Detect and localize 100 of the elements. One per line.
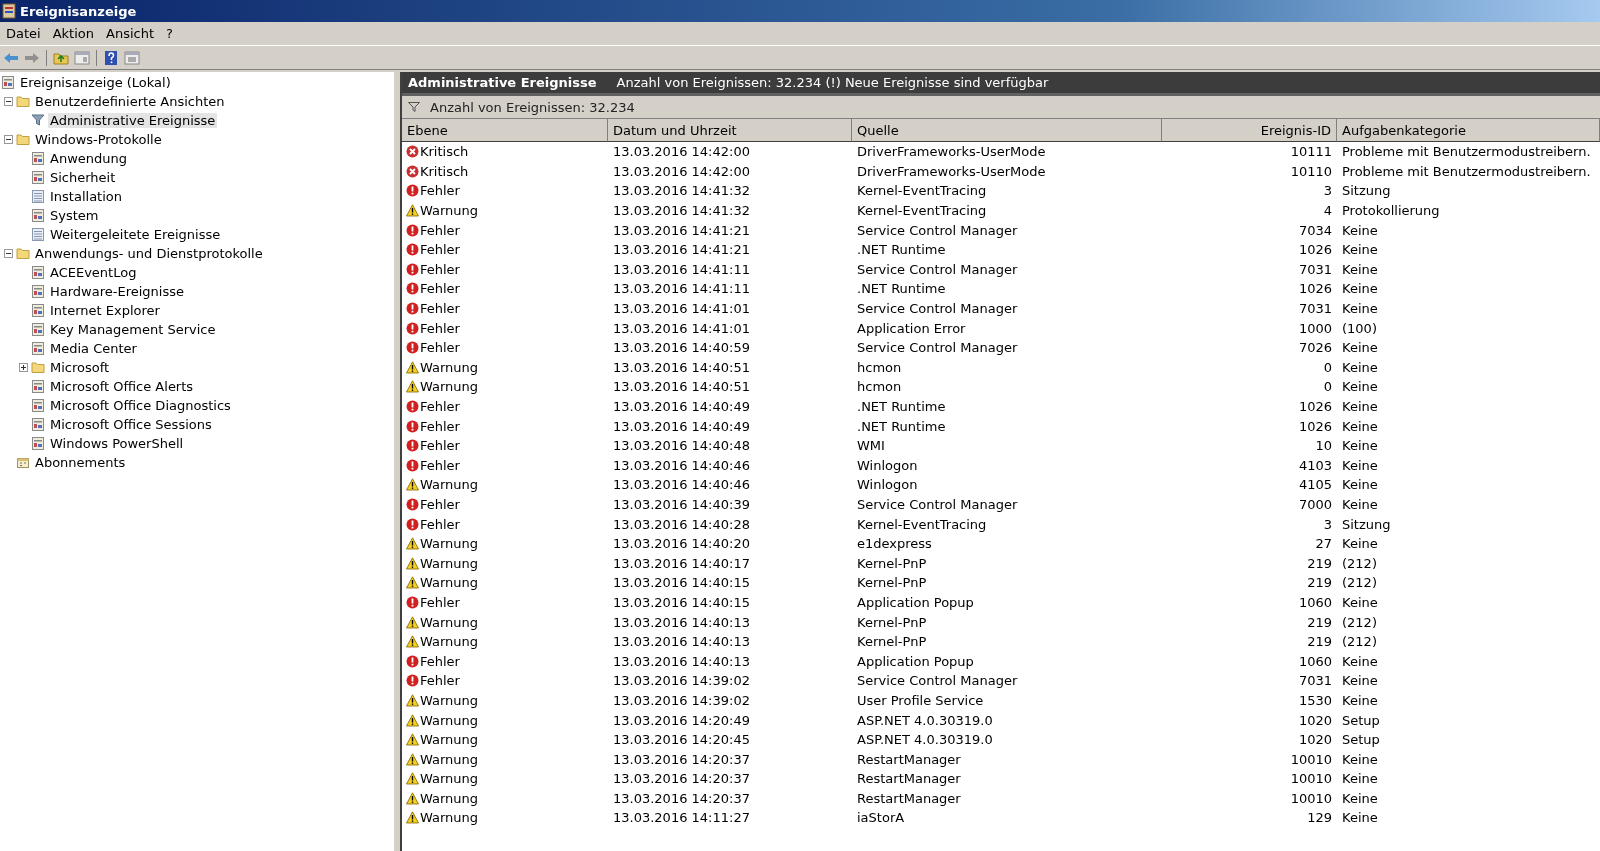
tree-item[interactable]: Abonnements (33, 455, 128, 470)
table-cell-text: Keine (1341, 535, 1379, 554)
tree-item[interactable]: System (48, 208, 101, 223)
table-cell-text: 129 (1306, 809, 1333, 828)
table-cell-text: 13.03.2016 14:20:37 (612, 789, 751, 808)
table-cell-text: Winlogon (856, 456, 919, 475)
table-cell-text: Setup (1341, 711, 1381, 730)
tree-item[interactable]: Administrative Ereignisse (48, 113, 218, 128)
table-cell: Warnung (420, 732, 479, 748)
column-header[interactable]: Ebene (402, 119, 608, 142)
table-cell-text: Keine (1341, 300, 1379, 319)
table-cell-text: Application Error (856, 319, 967, 338)
tree-item[interactable]: Benutzerdefinierte Ansichten (33, 94, 227, 109)
table-cell-text: 13.03.2016 14:41:01 (612, 319, 751, 338)
folder-icon (16, 246, 30, 261)
table-cell-text: Kernel-PnP (856, 613, 928, 632)
tree-item[interactable]: Hardware-Ereignisse (48, 284, 186, 299)
table-cell-text: Keine (1341, 260, 1379, 279)
error-icon (406, 184, 419, 198)
table-cell: Fehler (420, 438, 460, 454)
table-cell: Warnung (420, 810, 479, 826)
menu-item[interactable]: Aktion (48, 24, 98, 43)
table-cell-text: Keine (1341, 789, 1379, 808)
event-count-info: Anzahl von Ereignissen: 32.234 (!) Neue Ereignisse sind verfügbar (616, 75, 1049, 90)
table-cell-text: 13.03.2016 14:40:59 (612, 339, 751, 358)
table-cell: Warnung (420, 751, 479, 767)
folder-icon (16, 132, 30, 147)
app-icon (2, 3, 16, 19)
table-cell-text: Service Control Manager (856, 260, 1019, 279)
help-icon[interactable] (102, 48, 120, 67)
table-cell-text: DriverFrameworks-UserMode (856, 162, 1047, 181)
error-icon (406, 262, 419, 276)
warning-icon (406, 204, 419, 218)
tree-item[interactable]: Windows PowerShell (48, 436, 186, 451)
table-cell-text: Probleme mit Benutzermodustreibern. (1341, 143, 1592, 162)
error-icon (406, 321, 419, 335)
collapse-icon[interactable] (4, 135, 13, 144)
table-cell-text: Keine (1341, 221, 1379, 240)
tree-item[interactable]: Key Management Service (48, 322, 218, 337)
tree-item[interactable]: Windows-Protokolle (33, 132, 164, 147)
tree-item[interactable]: Ereignisanzeige (Lokal) (18, 75, 173, 90)
table-cell-text: 10010 (1289, 770, 1333, 789)
column-header[interactable]: Aufgabenkategorie (1337, 119, 1600, 142)
expand-icon[interactable] (19, 363, 28, 372)
tree-item[interactable]: Microsoft Office Alerts (48, 379, 196, 394)
column-header[interactable]: Datum und Uhrzeit (608, 119, 852, 142)
table-cell-text: 7034 (1297, 221, 1333, 240)
tree-item[interactable]: Internet Explorer (48, 303, 162, 318)
tree-item[interactable]: Anwendungs- und Dienstprotokolle (33, 246, 265, 261)
table-cell: Fehler (420, 340, 460, 356)
table-cell-text: 13.03.2016 14:20:49 (612, 711, 751, 730)
table-cell: Fehler (420, 183, 460, 199)
tree-item[interactable]: Anwendung (48, 151, 129, 166)
table-cell-text: Sitzung (1341, 515, 1392, 534)
table-cell-text: 7000 (1297, 496, 1333, 514)
table-cell-text: 13.03.2016 14:11:27 (612, 809, 751, 828)
column-header[interactable]: Ereignis-ID (1162, 119, 1337, 142)
tree-item[interactable]: Media Center (48, 341, 139, 356)
table-cell-text: Application Popup (856, 652, 975, 671)
tree-item[interactable]: Installation (48, 189, 124, 204)
tree-item[interactable]: Sicherheit (48, 170, 118, 185)
table-cell: Warnung (420, 203, 479, 219)
warning-icon (406, 380, 419, 394)
column-header[interactable]: Quelle (852, 119, 1162, 142)
folder-icon (31, 360, 45, 375)
table-cell: Warnung (420, 692, 479, 708)
tree-item[interactable]: Microsoft Office Sessions (48, 417, 214, 432)
table-cell: Warnung (420, 359, 479, 375)
table-cell-text: 13.03.2016 14:40:13 (612, 652, 751, 671)
list-icon (31, 189, 45, 204)
table-cell-text: Keine (1341, 750, 1379, 769)
table-cell-text: Keine (1341, 398, 1379, 416)
table-cell-text: 1060 (1297, 593, 1333, 612)
tree-item[interactable]: Microsoft Office Diagnostics (48, 398, 233, 413)
table-cell-text: ASP.NET 4.0.30319.0 (856, 711, 994, 730)
tree-item[interactable]: Weitergeleitete Ereignisse (48, 227, 223, 242)
menu-item[interactable]: Datei (2, 24, 45, 43)
table-cell: Warnung (420, 614, 479, 630)
warning-icon (406, 576, 419, 590)
table-cell-text: 13.03.2016 14:20:37 (612, 770, 751, 789)
table-cell-text: Service Control Manager (856, 300, 1019, 319)
table-cell-text: Keine (1341, 241, 1379, 260)
folder-icon (16, 94, 30, 109)
table-cell-text: 13.03.2016 14:40:15 (612, 593, 751, 612)
collapse-icon[interactable] (4, 249, 13, 258)
menu-item[interactable]: ? (162, 24, 177, 43)
tree-item[interactable]: Microsoft (48, 360, 112, 375)
error-icon (406, 341, 419, 355)
table-cell-text: Keine (1341, 476, 1379, 495)
table-cell-text: hcmon (856, 358, 903, 377)
collapse-icon[interactable] (4, 97, 13, 106)
menu-item[interactable]: Ansicht (102, 24, 159, 43)
table-cell-text: 13.03.2016 14:40:13 (612, 633, 751, 652)
warning-icon (406, 733, 419, 747)
table-cell-text: 13.03.2016 14:40:28 (612, 515, 751, 534)
tree-item[interactable]: ACEEventLog (48, 265, 139, 280)
window-title: Ereignisanzeige (20, 3, 137, 19)
table-cell-text: Setup (1341, 731, 1381, 750)
warning-icon (406, 693, 419, 707)
table-cell-text: (212) (1341, 613, 1378, 632)
